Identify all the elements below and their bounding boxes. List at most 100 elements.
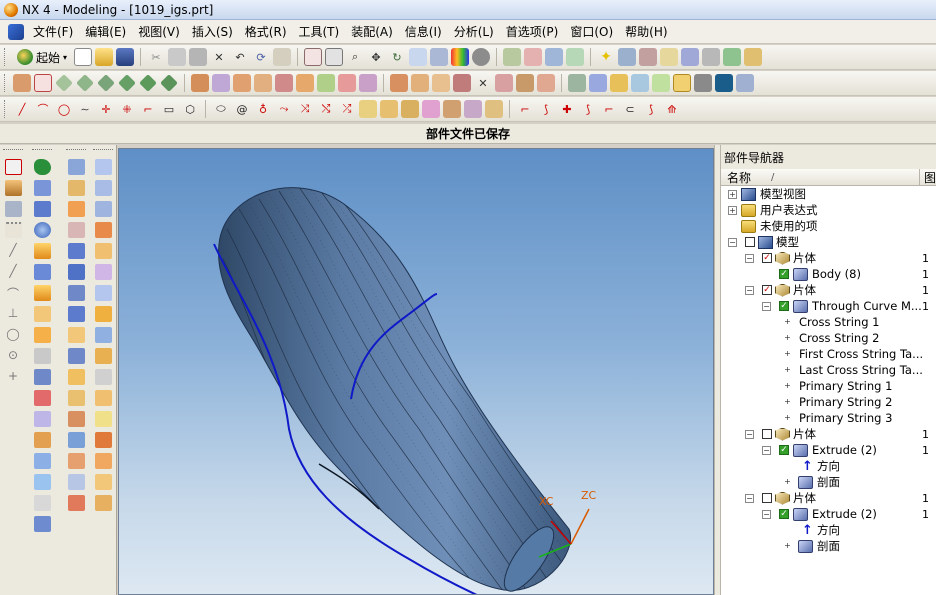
checkbox-checked-green[interactable]: ✓ [779, 509, 789, 519]
pocket-icon[interactable] [139, 74, 157, 92]
zoom-window-icon[interactable] [325, 48, 344, 66]
checkbox-checked-red[interactable]: ✓ [762, 253, 772, 263]
measure-icon[interactable] [566, 48, 585, 66]
start-button[interactable]: 起始 ▾ [13, 49, 71, 66]
fit-icon[interactable] [304, 48, 323, 66]
subtract-icon[interactable] [411, 74, 429, 92]
trim-body-icon[interactable] [359, 74, 377, 92]
perspective-icon[interactable] [409, 48, 428, 66]
display-icon[interactable] [618, 48, 637, 66]
collapse-icon[interactable]: − [762, 509, 771, 519]
selected-tool-icon[interactable] [673, 74, 691, 92]
edit-parameters-icon[interactable] [589, 74, 607, 92]
slot-tool-icon[interactable] [33, 306, 51, 322]
menu-view[interactable]: 视图(V) [132, 23, 186, 40]
tangent-tool-icon[interactable]: ⊥ [5, 306, 22, 322]
undo-icon[interactable]: ↶ [231, 48, 249, 66]
tree-row[interactable]: + Last Cross String Ta... [721, 362, 936, 378]
checkbox-empty[interactable] [762, 493, 772, 503]
tree-row[interactable]: − ✓ Extrude (2) 1 [721, 506, 936, 522]
bridge-icon[interactable] [67, 285, 85, 301]
rotate-icon[interactable]: ↻ [388, 48, 406, 66]
reorder-icon[interactable] [631, 74, 649, 92]
tree-row[interactable]: + Cross String 1 [721, 314, 936, 330]
tube-icon[interactable] [254, 74, 272, 92]
chamfer-icon[interactable] [296, 74, 314, 92]
patch-tool-icon[interactable] [33, 453, 51, 469]
arc-length-icon[interactable]: ⌐ [600, 100, 618, 118]
graphics-window[interactable]: XC ZC [118, 148, 714, 595]
global-shape-icon[interactable] [94, 411, 112, 427]
checkbox-checked-green[interactable]: ✓ [779, 445, 789, 455]
cone-icon[interactable] [55, 74, 73, 92]
join-curve-icon[interactable]: ⟆ [537, 100, 555, 118]
pad-tool-icon[interactable] [33, 243, 51, 259]
arc-tool-icon[interactable]: ⌒ [5, 285, 22, 301]
tree-row[interactable]: − 片体 1 [721, 426, 936, 442]
view-orient-icon[interactable] [430, 48, 449, 66]
tree-row[interactable]: + 剖面 [721, 538, 936, 554]
collapse-icon[interactable]: − [762, 301, 771, 311]
spline-icon[interactable]: ∼ [76, 100, 94, 118]
body-icon[interactable] [694, 74, 712, 92]
checkbox-empty[interactable] [762, 429, 772, 439]
tree-row[interactable]: − ✓ 片体 1 [721, 282, 936, 298]
tree-row[interactable]: + 用户表达式 [721, 202, 936, 218]
tree-row[interactable]: + Primary String 1 [721, 378, 936, 394]
menu-analysis[interactable]: 分析(L) [448, 23, 500, 40]
cut-icon[interactable]: ✂ [147, 48, 165, 66]
menu-tools[interactable]: 工具(T) [293, 23, 346, 40]
tree-row[interactable]: + Primary String 3 [721, 410, 936, 426]
arc-icon[interactable]: ⌒ [34, 100, 52, 118]
repeat-icon[interactable]: ⟳ [252, 48, 270, 66]
face-blend-icon[interactable] [94, 327, 112, 343]
sheet-icon[interactable] [736, 74, 754, 92]
sew-tool-icon[interactable] [33, 432, 51, 448]
combined-projection-icon[interactable]: ⤮ [338, 100, 356, 118]
snap-point-icon[interactable] [4, 159, 22, 175]
sphere-tool-icon[interactable] [33, 222, 51, 238]
menu-edit[interactable]: 编辑(E) [79, 23, 132, 40]
refit-icon[interactable] [94, 285, 112, 301]
boss-icon[interactable] [118, 74, 136, 92]
collapse-icon[interactable]: − [745, 429, 754, 439]
line-point-icon[interactable]: ╱ [5, 264, 22, 280]
x-form-tool-icon[interactable] [94, 348, 112, 364]
edit-curve-icon[interactable] [485, 100, 503, 118]
collapse-icon[interactable]: − [728, 237, 737, 247]
tree-row[interactable]: − ✓ Extrude (2) 1 [721, 442, 936, 458]
collapse-icon[interactable]: − [745, 493, 754, 503]
draft-icon[interactable] [338, 74, 356, 92]
expand-icon[interactable]: + [783, 365, 792, 375]
rough-offset-icon[interactable] [67, 411, 85, 427]
ellipse-icon[interactable]: ⬭ [212, 100, 230, 118]
rectangle-icon[interactable]: ▭ [160, 100, 178, 118]
expand-icon[interactable]: + [783, 541, 792, 551]
expand-icon[interactable]: + [783, 333, 792, 343]
curve-analysis-icon[interactable]: ⟰ [663, 100, 681, 118]
hole-icon[interactable] [97, 74, 115, 92]
sphere-icon[interactable] [76, 74, 94, 92]
circle-icon[interactable]: ◯ [55, 100, 73, 118]
through-mesh-icon[interactable] [67, 222, 85, 238]
move-pole-icon[interactable] [94, 180, 112, 196]
menu-file[interactable]: 文件(F) [27, 23, 79, 40]
block-icon[interactable] [13, 74, 31, 92]
column-image-header[interactable]: 图 [920, 169, 936, 186]
delete-icon[interactable]: ✕ [210, 48, 228, 66]
tree-row[interactable]: + First Cross String Ta... [721, 346, 936, 362]
wrap-curve-icon[interactable] [422, 100, 440, 118]
light-bulb-icon[interactable]: ✦ [597, 48, 615, 66]
boundary-icon[interactable] [94, 390, 112, 406]
render-style-icon[interactable] [451, 48, 470, 66]
menu-assembly[interactable]: 装配(A) [345, 23, 399, 40]
save-icon[interactable] [116, 48, 135, 66]
pattern-tool-icon[interactable] [33, 369, 51, 385]
reverse-normal-icon[interactable] [94, 306, 112, 322]
show-icon[interactable] [660, 48, 679, 66]
checkbox-checked-red[interactable]: ✓ [762, 285, 772, 295]
solid-icon[interactable] [715, 74, 733, 92]
toolbar-grip[interactable] [4, 48, 7, 66]
variable-offset-icon[interactable] [67, 390, 85, 406]
selection-icon[interactable] [273, 48, 292, 66]
